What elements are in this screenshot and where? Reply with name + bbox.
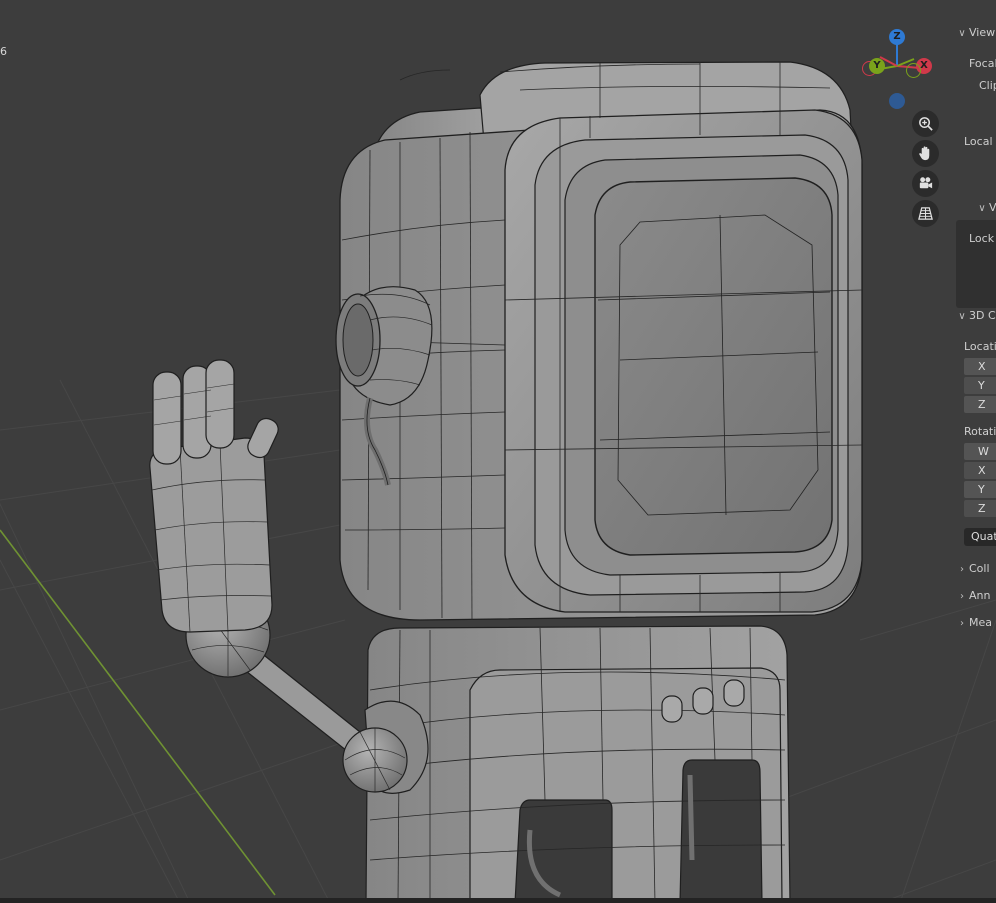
focal-length-label: Focal	[969, 57, 996, 70]
chevron-down-icon: ∨	[978, 203, 986, 214]
view-panel-header[interactable]: ∨ View	[955, 26, 995, 39]
location-x-field[interactable]: X	[964, 358, 996, 375]
chevron-down-icon: ∨	[958, 311, 966, 322]
lock-label: Lock	[969, 232, 995, 245]
rotation-w-field[interactable]: W	[964, 443, 996, 460]
viewport-bottom-edge	[0, 898, 996, 903]
robot-hand	[149, 359, 279, 678]
robot-head	[335, 61, 863, 621]
navigation-gizmo[interactable]: Z Y X	[858, 26, 938, 110]
gizmo-y-axis[interactable]: Y	[869, 58, 885, 74]
chevron-right-icon: ›	[960, 564, 964, 575]
zoom-icon	[919, 117, 933, 131]
annotations-panel-header[interactable]: › Ann	[955, 589, 990, 602]
viewport-scene[interactable]	[0, 0, 996, 903]
camera-view-button[interactable]	[912, 170, 939, 197]
collections-panel-header[interactable]: › Coll	[955, 562, 990, 575]
3d-cursor-panel-header[interactable]: ∨ 3D C	[955, 309, 995, 322]
measure-panel-header[interactable]: › Mea	[955, 616, 992, 629]
location-y-field[interactable]: Y	[964, 377, 996, 394]
chevron-right-icon: ›	[960, 591, 964, 602]
rotation-mode-dropdown[interactable]: Quate	[964, 528, 996, 546]
rotation-label: Rotatio	[964, 425, 996, 438]
perspective-toggle-button[interactable]	[912, 200, 939, 227]
gizmo-neg-z-axis[interactable]	[889, 93, 905, 109]
hand-pan-icon	[919, 146, 930, 161]
camera-icon	[919, 177, 933, 189]
location-label: Locati	[964, 340, 996, 353]
view-lock-subpanel-header[interactable]: ∨ V	[975, 201, 996, 214]
pan-button[interactable]	[912, 140, 939, 167]
local-camera-label: Local c	[964, 135, 996, 148]
gizmo-neg-y-axis[interactable]	[906, 63, 921, 78]
zoom-button[interactable]	[912, 110, 939, 137]
viewport-corner-text: 6	[0, 45, 7, 58]
3d-viewport[interactable]: 6 Z Y X ∨View Focal Clip Local c ∨V	[0, 0, 996, 903]
rotation-x-field[interactable]: X	[964, 462, 996, 479]
rotation-z-field[interactable]: Z	[964, 500, 996, 517]
sidebar-n-panel[interactable]: ∨View Focal Clip Local c ∨V Lock ∨3D C L…	[955, 18, 996, 903]
perspective-grid-icon	[918, 207, 933, 220]
chevron-down-icon: ∨	[958, 28, 966, 39]
location-z-field[interactable]: Z	[964, 396, 996, 413]
gizmo-z-axis[interactable]: Z	[889, 29, 905, 45]
chevron-right-icon: ›	[960, 618, 964, 629]
rotation-y-field[interactable]: Y	[964, 481, 996, 498]
robot-body	[365, 625, 791, 903]
clip-label: Clip	[979, 79, 996, 92]
